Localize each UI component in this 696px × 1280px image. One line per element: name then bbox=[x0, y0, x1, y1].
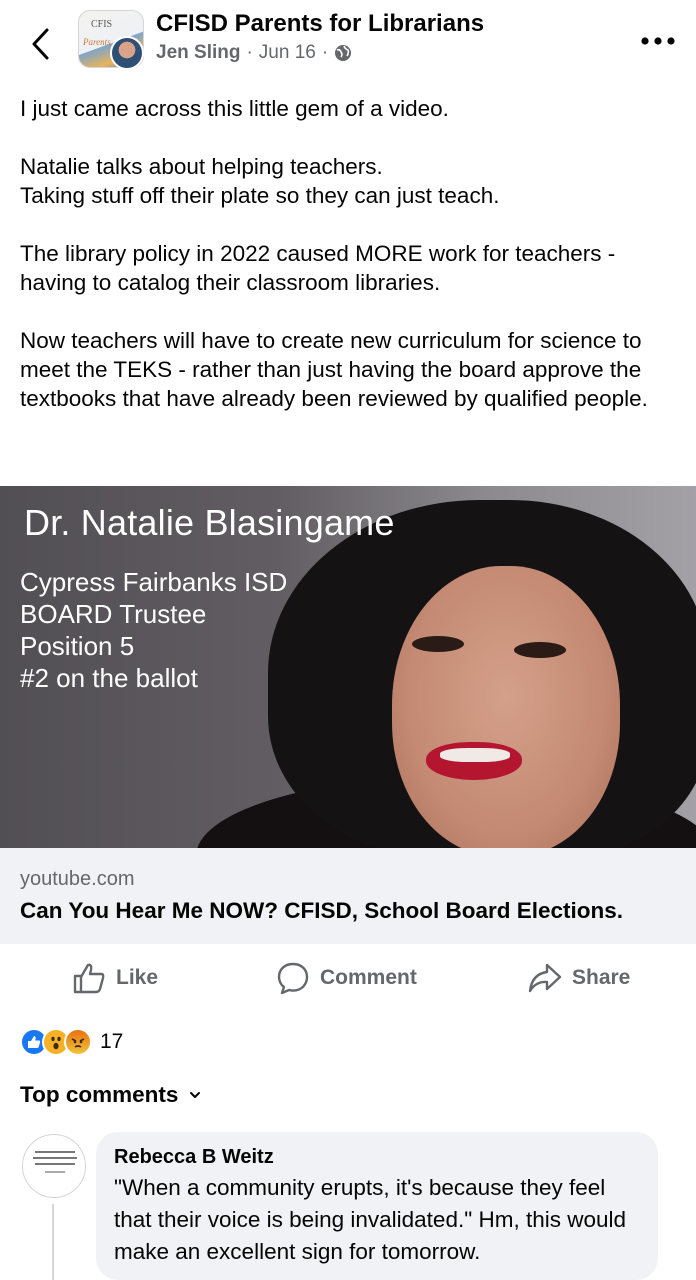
globe-icon bbox=[335, 45, 352, 61]
author-name[interactable]: Jen Sling bbox=[156, 42, 240, 64]
comment-button[interactable]: Comment bbox=[276, 952, 417, 1004]
post-date[interactable]: Jun 16 bbox=[259, 42, 316, 64]
meta-separator: · bbox=[321, 42, 329, 63]
post-paragraph: The library policy in 2022 caused MORE w… bbox=[20, 241, 616, 295]
post-paragraph: I just came across this little gem of a … bbox=[20, 96, 449, 121]
reaction-summary[interactable]: 17 bbox=[20, 1026, 123, 1058]
top-comments-dropdown[interactable]: Top comments bbox=[20, 1082, 202, 1108]
share-arrow-icon bbox=[528, 963, 562, 993]
ellipsis-icon bbox=[641, 37, 675, 45]
link-card-footer[interactable]: youtube.com Can You Hear Me NOW? CFISD, … bbox=[0, 848, 696, 944]
post-header: CFIS Parents CFISD Parents for Librarian… bbox=[0, 0, 696, 80]
link-title[interactable]: Can You Hear Me NOW? CFISD, School Board… bbox=[20, 898, 623, 924]
reaction-count: 17 bbox=[100, 1030, 124, 1053]
share-label: Share bbox=[572, 966, 631, 989]
video-thumbnail[interactable]: Dr. Natalie Blasingame Cypress Fairbanks… bbox=[0, 486, 696, 848]
link-domain: youtube.com bbox=[20, 868, 135, 890]
angry-reaction-icon bbox=[64, 1028, 92, 1056]
meta-separator: · bbox=[246, 42, 253, 63]
link-preview-card[interactable]: Dr. Natalie Blasingame Cypress Fairbanks… bbox=[0, 486, 696, 944]
thumbnail-title: Dr. Natalie Blasingame bbox=[24, 502, 395, 543]
comment-text: "When a community erupts, it's because t… bbox=[114, 1175, 626, 1264]
thumbnail-line: BOARD Trustee bbox=[20, 599, 207, 629]
post-paragraph: Natalie talks about helping teachers. Ta… bbox=[20, 154, 500, 208]
back-button[interactable] bbox=[22, 22, 58, 66]
post-paragraph: Now teachers will have to create new cur… bbox=[20, 328, 648, 411]
post-body: I just came across this little gem of a … bbox=[20, 94, 680, 413]
comment-label: Comment bbox=[320, 966, 417, 989]
thumbnail-line: #2 on the ballot bbox=[20, 663, 198, 693]
thumbnail-subtitle: Cypress Fairbanks ISD BOARD Trustee Posi… bbox=[20, 566, 287, 694]
comment-bubble-icon bbox=[277, 962, 309, 995]
thumbnail-line: Position 5 bbox=[20, 631, 135, 661]
top-comments-label: Top comments bbox=[20, 1082, 179, 1107]
like-button[interactable]: Like bbox=[72, 952, 158, 1004]
group-name[interactable]: CFISD Parents for Librarians bbox=[156, 10, 484, 38]
more-options-button[interactable] bbox=[636, 26, 680, 56]
commenter-avatar[interactable] bbox=[22, 1134, 86, 1198]
post-action-bar: Like Comment Share bbox=[0, 952, 696, 1004]
chevron-left-icon bbox=[32, 28, 49, 60]
comment-bubble[interactable]: Rebecca B Weitz "When a community erupts… bbox=[96, 1132, 658, 1280]
author-avatar[interactable] bbox=[110, 36, 144, 70]
thumbs-up-icon bbox=[73, 963, 105, 994]
chevron-down-icon bbox=[190, 1092, 201, 1098]
thumbnail-line: Cypress Fairbanks ISD bbox=[20, 567, 288, 597]
share-button[interactable]: Share bbox=[528, 952, 630, 1004]
comment-thread-line bbox=[52, 1204, 54, 1280]
commenter-name[interactable]: Rebecca B Weitz bbox=[114, 1146, 274, 1169]
post-meta: Jen Sling · Jun 16 · bbox=[156, 42, 352, 64]
like-label: Like bbox=[116, 966, 159, 989]
